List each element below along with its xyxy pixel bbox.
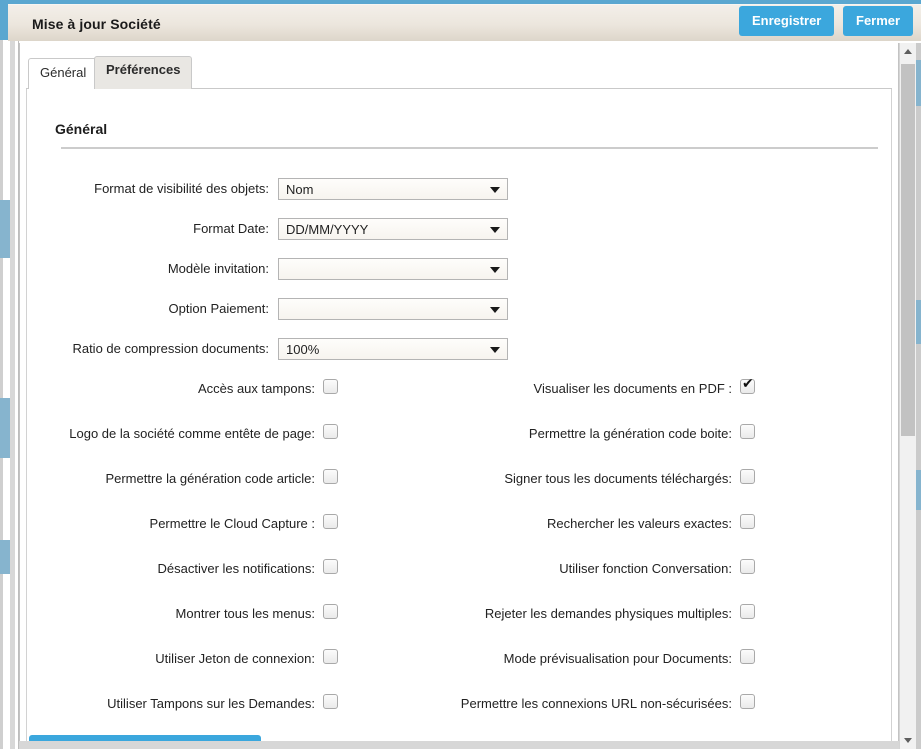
- checkbox-visualiser-documents-pdf[interactable]: ✔: [740, 376, 755, 394]
- chevron-down-icon: [490, 307, 500, 313]
- checkbox-label: Permettre les connexions URL non-sécuris…: [460, 696, 732, 711]
- checkbox-generation-code-article[interactable]: [323, 469, 338, 484]
- checkbox-cloud-capture[interactable]: [323, 514, 338, 529]
- field-row-visibility-format: Format de visibilité des objets: Nom: [20, 178, 620, 200]
- backdrop-accent-bar: [0, 200, 10, 258]
- checkbox-label: Accès aux tampons:: [197, 381, 315, 396]
- checkbox-label: Visualiser les documents en PDF :: [533, 381, 732, 396]
- checkbox-label: Désactiver les notifications:: [157, 561, 315, 576]
- visibility-format-select[interactable]: Nom: [278, 178, 508, 200]
- checkbox-label: Montrer tous les menus:: [175, 606, 315, 621]
- field-label: Modèle invitation:: [167, 261, 269, 276]
- window-right-edge: [916, 43, 921, 749]
- checkbox-label: Utiliser Tampons sur les Demandes:: [107, 696, 315, 711]
- field-label: Ratio de compression documents:: [72, 341, 269, 356]
- field-row-payment-option: Option Paiement:: [20, 298, 620, 320]
- select-value: DD/MM/YYYY: [286, 222, 369, 237]
- section-heading: Général: [55, 121, 108, 137]
- checkbox-mode-previsualisation-documents[interactable]: [740, 649, 755, 664]
- scroll-up-arrow-icon[interactable]: [900, 43, 916, 60]
- checkbox-label: Logo de la société comme entête de page:: [69, 426, 315, 441]
- dialog-bottom-edge: [19, 741, 899, 749]
- field-label: Format de visibilité des objets:: [94, 181, 269, 196]
- chevron-down-icon: [490, 187, 500, 193]
- tab-general[interactable]: Général: [28, 58, 99, 89]
- backdrop-accent-bar: [916, 60, 921, 106]
- checkbox-signer-documents-telecharges[interactable]: [740, 469, 755, 484]
- checkbox-acces-aux-tampons[interactable]: [323, 379, 338, 394]
- checkbox-fonction-conversation[interactable]: [740, 559, 755, 574]
- tab-bar: Général Préférences: [20, 43, 898, 91]
- scroll-down-arrow-icon[interactable]: [900, 732, 916, 749]
- section-divider: [61, 147, 878, 149]
- checkbox-label: Utiliser fonction Conversation:: [559, 561, 732, 576]
- checkbox-tampons-sur-demandes[interactable]: [323, 694, 338, 709]
- checkbox-desactiver-notifications[interactable]: [323, 559, 338, 574]
- checkbox-label: Utiliser Jeton de connexion:: [155, 651, 315, 666]
- field-row-invitation-template: Modèle invitation:: [20, 258, 620, 280]
- close-button[interactable]: Fermer: [843, 6, 914, 36]
- checkbox-montrer-tous-les-menus[interactable]: [323, 604, 338, 619]
- dialog-body: Général Préférences Général Format de vi…: [19, 43, 899, 749]
- chevron-down-icon: [490, 347, 500, 353]
- checkbox-generation-code-boite[interactable]: [740, 424, 755, 439]
- backdrop-rail: [10, 40, 15, 749]
- chevron-down-icon: [490, 227, 500, 233]
- checkbox-label: Permettre le Cloud Capture :: [149, 516, 315, 531]
- backdrop-accent-bar: [916, 470, 921, 510]
- checkbox-label: Permettre la génération code boite:: [528, 426, 732, 441]
- checkbox-logo-entete-page[interactable]: [323, 424, 338, 439]
- backdrop-accent-bar: [0, 540, 10, 574]
- field-label: Format Date:: [193, 221, 269, 236]
- field-row-compression-ratio: Ratio de compression documents: 100%: [20, 338, 620, 360]
- save-button[interactable]: Enregistrer: [739, 6, 835, 36]
- backdrop-edge: [0, 40, 3, 749]
- payment-option-select[interactable]: [278, 298, 508, 320]
- invitation-template-select[interactable]: [278, 258, 508, 280]
- backdrop-accent-bar: [916, 300, 921, 344]
- select-value: Nom: [286, 182, 314, 197]
- page-title: Mise à jour Société: [32, 16, 161, 32]
- checkmark-icon: ✔: [742, 376, 754, 392]
- field-label: Option Paiement:: [168, 301, 269, 316]
- field-row-date-format: Format Date: DD/MM/YYYY: [20, 218, 620, 240]
- checkbox-jeton-de-connexion[interactable]: [323, 649, 338, 664]
- scrollbar-thumb[interactable]: [901, 64, 915, 436]
- checkbox-label: Mode prévisualisation pour Documents:: [503, 651, 732, 666]
- compression-ratio-select[interactable]: 100%: [278, 338, 508, 360]
- date-format-select[interactable]: DD/MM/YYYY: [278, 218, 508, 240]
- checkbox-label: Signer tous les documents téléchargés:: [504, 471, 732, 486]
- vertical-scrollbar[interactable]: [899, 43, 916, 749]
- select-value: 100%: [286, 342, 320, 357]
- chevron-down-icon: [490, 267, 500, 273]
- checkbox-label: Rechercher les valeurs exactes:: [547, 516, 732, 531]
- backdrop-accent-bar: [0, 398, 10, 458]
- checkbox-rechercher-valeurs-exactes[interactable]: [740, 514, 755, 529]
- tab-preferences[interactable]: Préférences: [94, 56, 193, 89]
- checkbox-rejeter-demandes-physiques[interactable]: [740, 604, 755, 619]
- checkbox-connexions-url-non-securisees[interactable]: [740, 694, 755, 709]
- checkbox-label: Permettre la génération code article:: [105, 471, 315, 486]
- checkbox-label: Rejeter les demandes physiques multiples…: [484, 606, 732, 621]
